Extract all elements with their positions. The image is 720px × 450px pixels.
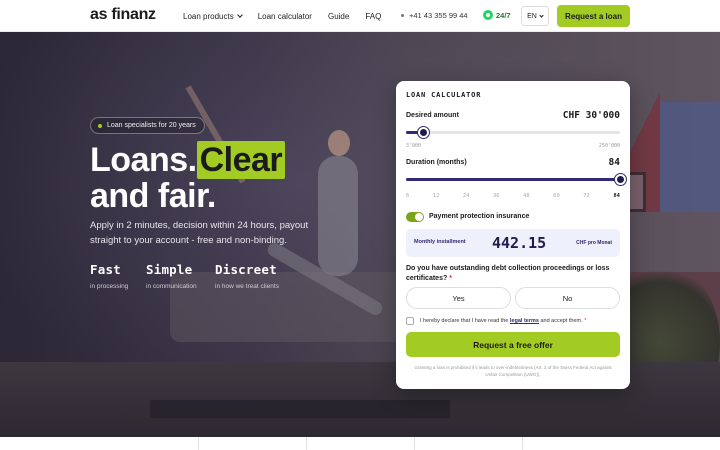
amount-slider-handle[interactable] [418, 127, 430, 138]
duration-tick: 6 [406, 193, 410, 199]
divider [306, 437, 307, 450]
duration-tick: 72 [583, 193, 590, 199]
language-select[interactable]: EN [521, 6, 549, 26]
site-header: as finanz Loan products Loan calculator … [0, 0, 720, 32]
feature-title: Discreet [215, 262, 277, 277]
amount-label: Desired amount [406, 112, 459, 119]
nav-guide-label: Guide [327, 11, 350, 21]
logo[interactable]: as finanz [90, 6, 156, 24]
terms-pre: I hereby declare that I have read the [420, 318, 510, 324]
yes-option[interactable]: Yes [406, 287, 511, 309]
nav-loan-products[interactable]: Loan products [183, 11, 243, 21]
insurance-toggle[interactable] [406, 212, 424, 222]
terms-checkbox[interactable] [406, 317, 414, 325]
experience-badge: Loan specialists for 20 years [90, 117, 205, 134]
installment-unit: CHF pro Monat [576, 240, 612, 246]
terms-label: I hereby declare that I have read the le… [420, 317, 626, 325]
feature-discreet: Discreet in how we treat clients [215, 262, 279, 290]
duration-value: 84 [608, 157, 620, 168]
request-offer-button[interactable]: Request a free offer [406, 332, 620, 357]
whatsapp-icon [483, 10, 493, 20]
divider [414, 437, 415, 450]
insurance-label: Payment protection insurance [429, 213, 530, 220]
nav-loan-calculator[interactable]: Loan calculator [258, 12, 312, 21]
badge-text: Loan specialists for 20 years [107, 122, 196, 129]
debt-question-text: Do you have outstanding debt collection … [406, 265, 610, 282]
chevron-down-icon [539, 12, 544, 18]
amount-value: CHF 30'000 [562, 110, 620, 121]
feature-fast: Fast in processing [90, 262, 128, 290]
headline-highlight: Clear [196, 141, 286, 179]
loan-calculator-card: LOAN CALCULATOR Desired amount CHF 30'00… [396, 81, 630, 389]
amount-min: 3'000 [406, 143, 422, 149]
headline-pre: Loans. [90, 141, 197, 179]
duration-label: Duration (months) [406, 159, 467, 166]
nav-faq[interactable]: FAQ [365, 12, 381, 21]
duration-slider-fill [406, 178, 620, 181]
feature-subtitle: in how we treat clients [215, 283, 279, 290]
duration-tick: 48 [523, 193, 530, 199]
nav-guide[interactable]: Guide [328, 12, 349, 21]
calculator-title: LOAN CALCULATOR [406, 91, 482, 99]
duration-slider[interactable] [406, 174, 626, 185]
feature-title: Fast [90, 262, 121, 277]
amount-max: 250'000 [598, 143, 620, 149]
duration-tick: 24 [462, 193, 470, 199]
yoga-mat [150, 400, 450, 418]
legal-terms-link[interactable]: legal terms [510, 318, 539, 324]
required-mark: * [584, 318, 587, 324]
phone-link[interactable]: +41 43 355 99 44 [401, 11, 468, 20]
feature-subtitle: in communication [146, 283, 197, 290]
phone-icon [401, 14, 404, 17]
nav-faq-label: FAQ [365, 11, 382, 21]
nav-loan-products-label: Loan products [183, 11, 234, 21]
divider [522, 437, 523, 450]
required-mark: * [449, 275, 452, 282]
amount-slider[interactable] [406, 127, 620, 138]
hero-lead: Apply in 2 minutes, decision within 24 h… [90, 220, 309, 246]
installment-label: Monthly installment [414, 239, 466, 245]
duration-tick: 12 [432, 193, 440, 199]
disclaimer: Granting a loan is prohibited if it lead… [414, 365, 612, 377]
debt-question: Do you have outstanding debt collection … [406, 264, 620, 284]
sofa [170, 272, 430, 342]
amount-range: 3'000 250'000 [406, 143, 620, 149]
duration-ticks: 6 12 24 36 48 60 72 84 [406, 193, 620, 199]
installment-box: Monthly installment 442.15 CHF pro Monat [406, 229, 620, 257]
duration-tick: 60 [553, 193, 560, 199]
duration-slider-handle[interactable] [615, 174, 626, 185]
feature-simple: Simple in communication [146, 262, 197, 290]
language-value: EN [527, 12, 537, 20]
terms-post: and accept them. [538, 318, 583, 324]
nav-loan-calculator-label: Loan calculator [257, 11, 312, 21]
hero-headline: Loans.Clear and fair. [90, 141, 390, 215]
duration-tick: 36 [492, 193, 500, 199]
divider [198, 437, 199, 450]
phone-number: +41 43 355 99 44 [409, 11, 468, 20]
chevron-down-icon [236, 12, 243, 18]
next-section [0, 437, 720, 450]
no-option[interactable]: No [515, 287, 620, 309]
wall-decoration [660, 102, 720, 212]
request-loan-button[interactable]: Request a loan [557, 5, 630, 27]
whatsapp-link[interactable]: 24/7 [483, 10, 511, 20]
dot-icon [98, 123, 102, 128]
headline-line2: and fair. [90, 177, 216, 215]
main-nav: Loan products Loan calculator Guide FAQ [183, 0, 397, 32]
installment-value: 442.15 [492, 234, 547, 252]
duration-tick: 84 [613, 193, 620, 199]
feature-title: Simple [146, 262, 193, 277]
feature-subtitle: in processing [90, 283, 129, 290]
whatsapp-label: 24/7 [496, 10, 511, 20]
